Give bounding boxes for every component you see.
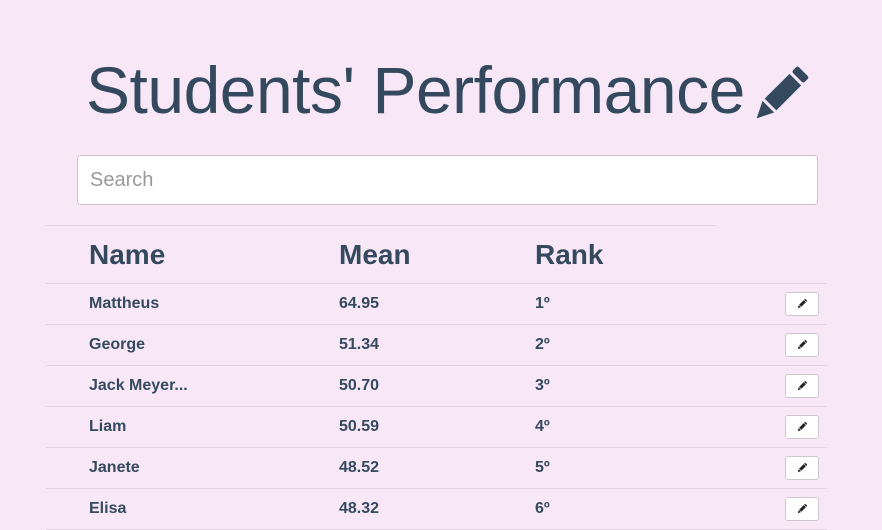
pencil-icon (797, 298, 808, 309)
edit-button[interactable] (785, 333, 819, 357)
pencil-icon (797, 421, 808, 432)
student-mean: 51.34 (339, 336, 380, 353)
student-rank: 6º (535, 500, 550, 517)
student-rank: 3º (535, 377, 550, 394)
student-mean: 64.95 (339, 295, 380, 312)
student-name: Elisa (89, 500, 127, 517)
pencil-icon (797, 339, 808, 350)
student-name: Mattheus (89, 295, 160, 312)
student-mean: 48.52 (339, 459, 380, 476)
student-mean: 48.32 (339, 500, 380, 517)
column-header-name: Name (89, 239, 166, 270)
student-mean: 50.59 (339, 418, 380, 435)
table-row: George 51.34 2º (46, 325, 827, 366)
pencil-icon (797, 503, 808, 514)
table-row: Liam 50.59 4º (46, 407, 827, 448)
page-title: Students' Performance (86, 53, 745, 127)
edit-button[interactable] (785, 374, 819, 398)
student-rank: 1º (535, 295, 550, 312)
students-table-body: Mattheus 64.95 1º George 51.34 2º Jack M… (46, 284, 827, 530)
pencil-icon (797, 462, 808, 473)
student-name: Janete (89, 459, 140, 476)
column-header-rank: Rank (535, 239, 604, 270)
column-header-mean: Mean (339, 239, 411, 270)
student-rank: 4º (535, 418, 550, 435)
student-mean: 50.70 (339, 377, 380, 394)
edit-button[interactable] (785, 456, 819, 480)
student-name: George (89, 336, 146, 353)
search-input[interactable] (77, 155, 818, 205)
table-row: Jack Meyer... 50.70 3º (46, 366, 827, 407)
student-name: Liam (89, 418, 127, 435)
student-name: Jack Meyer... (89, 377, 188, 394)
edit-button[interactable] (785, 292, 819, 316)
table-header: Name Mean Rank (46, 226, 827, 284)
table-row: Elisa 48.32 6º (46, 489, 827, 530)
table-row: Janete 48.52 5º (46, 448, 827, 489)
pencil-icon (797, 380, 808, 391)
edit-button[interactable] (785, 497, 819, 521)
edit-button[interactable] (785, 415, 819, 439)
page-header: Students' Performance (86, 50, 813, 130)
student-rank: 5º (535, 459, 550, 476)
table-row: Mattheus 64.95 1º (46, 284, 827, 325)
pencil-icon (756, 66, 809, 119)
student-rank: 2º (535, 336, 550, 353)
